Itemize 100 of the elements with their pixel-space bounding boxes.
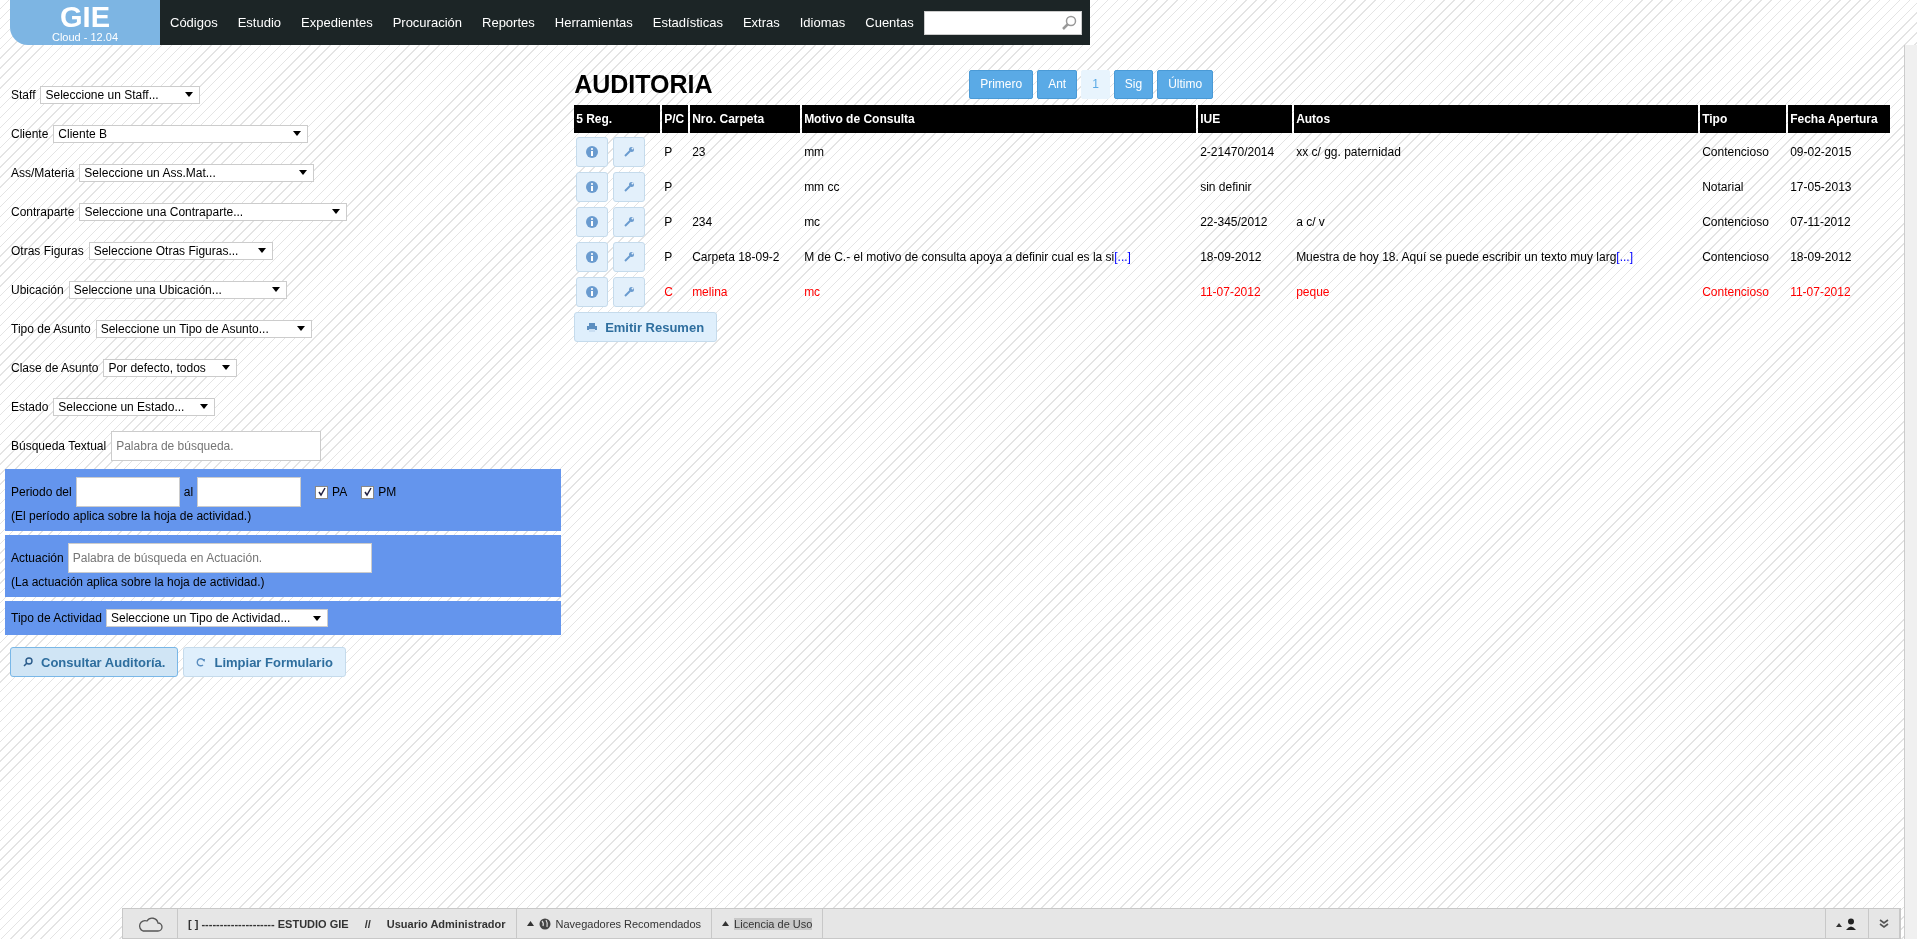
collapse-icon[interactable] bbox=[1879, 918, 1889, 929]
select-field[interactable]: Seleccione una Contraparte... bbox=[79, 202, 348, 221]
column-header: Autos bbox=[1294, 105, 1699, 133]
date-field[interactable] bbox=[197, 477, 302, 507]
info-button[interactable] bbox=[576, 206, 609, 237]
menu-item[interactable]: Extras bbox=[732, 15, 790, 30]
edit-button[interactable] bbox=[613, 276, 646, 307]
edit-button[interactable] bbox=[613, 206, 646, 237]
table-cell-text: mc bbox=[803, 283, 822, 301]
info-button[interactable] bbox=[576, 276, 609, 307]
search-field[interactable] bbox=[923, 10, 1082, 35]
edit-button[interactable] bbox=[613, 136, 646, 167]
column-header: 5 Reg. bbox=[574, 105, 661, 133]
select-field[interactable]: Seleccione un Tipo de Actividad... bbox=[105, 609, 328, 627]
checkbox[interactable] bbox=[361, 485, 375, 499]
table-cell-text: 18-09-2012 bbox=[1789, 248, 1853, 266]
caret-icon bbox=[271, 287, 280, 292]
column-header: P/C bbox=[662, 105, 689, 133]
checkbox-label: PM bbox=[378, 485, 397, 499]
caret-icon bbox=[257, 248, 266, 253]
table-cell-text: 18-09-2012 bbox=[1199, 248, 1263, 266]
note-text: (El período aplica sobre la hoja de actividad.) bbox=[11, 509, 253, 523]
cloud-icon[interactable] bbox=[137, 915, 163, 932]
table-cell-text: Contencioso bbox=[1701, 283, 1770, 301]
menu-item[interactable]: Procuración bbox=[382, 15, 472, 30]
search-button[interactable]: Consultar Auditoría. bbox=[10, 647, 179, 677]
checkbox[interactable] bbox=[315, 485, 329, 499]
menu-item[interactable]: Reportes bbox=[472, 15, 545, 30]
select-field[interactable]: Seleccione un Ass.Mat... bbox=[79, 163, 315, 182]
caret-icon bbox=[293, 131, 302, 136]
select-field[interactable]: Seleccione un Estado... bbox=[53, 397, 216, 416]
field-label: Ubicación bbox=[11, 282, 64, 297]
menu-item[interactable]: Códigos bbox=[160, 15, 228, 30]
table-cell-text: Muestra de hoy 18. Aquí se puede escribir un texto muy larg[...] bbox=[1295, 248, 1634, 266]
field-label: Búsqueda Textual bbox=[11, 438, 107, 453]
field-label: Tipo de Asunto bbox=[11, 321, 91, 336]
menu-item[interactable]: Estudio bbox=[227, 15, 292, 30]
info-button[interactable] bbox=[576, 241, 609, 272]
caret-icon bbox=[299, 170, 308, 175]
footer-link[interactable]: Navegadores Recomendados bbox=[526, 917, 702, 930]
table-cell-text: Contencioso bbox=[1701, 143, 1770, 161]
edit-button[interactable] bbox=[613, 241, 646, 272]
refresh-icon bbox=[196, 657, 207, 667]
select-field[interactable]: Seleccione una Ubicación... bbox=[68, 280, 287, 299]
caret-icon bbox=[185, 92, 194, 97]
table-cell-text: melina bbox=[691, 283, 729, 301]
table-cell-text: sin definir bbox=[1199, 178, 1253, 196]
input-field[interactable]: Palabra de búsqueda en Actuación. bbox=[67, 543, 372, 573]
table-cell-text: peque bbox=[1295, 283, 1331, 301]
date-field[interactable] bbox=[75, 477, 180, 507]
select-field[interactable]: Cliente B bbox=[53, 124, 309, 143]
table-cell-text: Carpeta 18-09-2 bbox=[691, 248, 781, 266]
search-field[interactable]: Palabra de búsqueda. bbox=[111, 430, 322, 461]
menu-item[interactable]: Estadísticas bbox=[642, 15, 733, 30]
field-label: Ass/Materia bbox=[11, 165, 75, 180]
menu-item[interactable]: Cuentas bbox=[855, 15, 924, 30]
field-label: Actuación bbox=[11, 551, 64, 565]
caret-icon bbox=[332, 209, 341, 214]
caret-icon bbox=[526, 921, 534, 926]
table-cell-text: 11-07-2012 bbox=[1199, 283, 1262, 301]
select-field[interactable]: Seleccione Otras Figuras... bbox=[88, 241, 273, 260]
reset-button[interactable]: Limpiar Formulario bbox=[183, 647, 346, 677]
more-link[interactable]: [...] bbox=[1114, 249, 1131, 264]
select-field[interactable]: Seleccione un Staff... bbox=[40, 85, 201, 104]
user-icon[interactable] bbox=[1836, 917, 1858, 930]
table-cell-text: xx c/ gg. paternidad bbox=[1295, 143, 1402, 161]
table-cell-text: 11-07-2012 bbox=[1789, 283, 1852, 301]
table-cell-text: P bbox=[663, 143, 674, 161]
column-header: Fecha Apertura bbox=[1788, 105, 1891, 133]
edit-button[interactable] bbox=[613, 171, 646, 202]
field-label: Estado bbox=[11, 399, 49, 414]
field-label: al bbox=[183, 485, 194, 499]
column-header: Motivo de Consulta bbox=[802, 105, 1197, 133]
table-cell-text: P bbox=[663, 248, 674, 266]
menu-item[interactable]: Idiomas bbox=[789, 15, 856, 30]
menu-item[interactable]: Expedientes bbox=[291, 15, 383, 30]
field-label: Clase de Asunto bbox=[11, 360, 99, 375]
table-cell-text: mc bbox=[803, 213, 822, 231]
more-link[interactable]: [...] bbox=[1616, 249, 1633, 264]
check-icon bbox=[362, 487, 373, 497]
info-button[interactable] bbox=[576, 171, 609, 202]
table-cell-text: 23 bbox=[691, 143, 707, 161]
info-icon bbox=[586, 145, 599, 158]
info-button[interactable] bbox=[576, 136, 609, 167]
table-cell-text: M de C.- el motivo de consulta apoya a definir cual es la si[...] bbox=[803, 248, 1132, 266]
select-field[interactable]: Seleccione un Tipo de Asunto... bbox=[95, 319, 312, 338]
table-cell-text: 2-21470/2014 bbox=[1199, 143, 1276, 161]
column-header: Tipo bbox=[1700, 105, 1787, 133]
table-cell-text: 07-11-2012 bbox=[1789, 213, 1852, 231]
search-icon[interactable] bbox=[1061, 14, 1077, 31]
wrench-icon bbox=[623, 145, 636, 158]
caret-icon bbox=[200, 404, 209, 409]
column-header: Nro. Carpeta bbox=[690, 105, 801, 133]
menu-item[interactable]: Herramientas bbox=[544, 15, 643, 30]
caret-icon bbox=[722, 921, 730, 926]
info-icon bbox=[586, 180, 599, 193]
table-cell-text: 09-02-2015 bbox=[1789, 143, 1853, 161]
select-field[interactable]: Por defecto, todos bbox=[103, 358, 238, 377]
caret-icon bbox=[312, 615, 321, 621]
summary-button[interactable]: Emitir Resumen bbox=[574, 312, 718, 342]
